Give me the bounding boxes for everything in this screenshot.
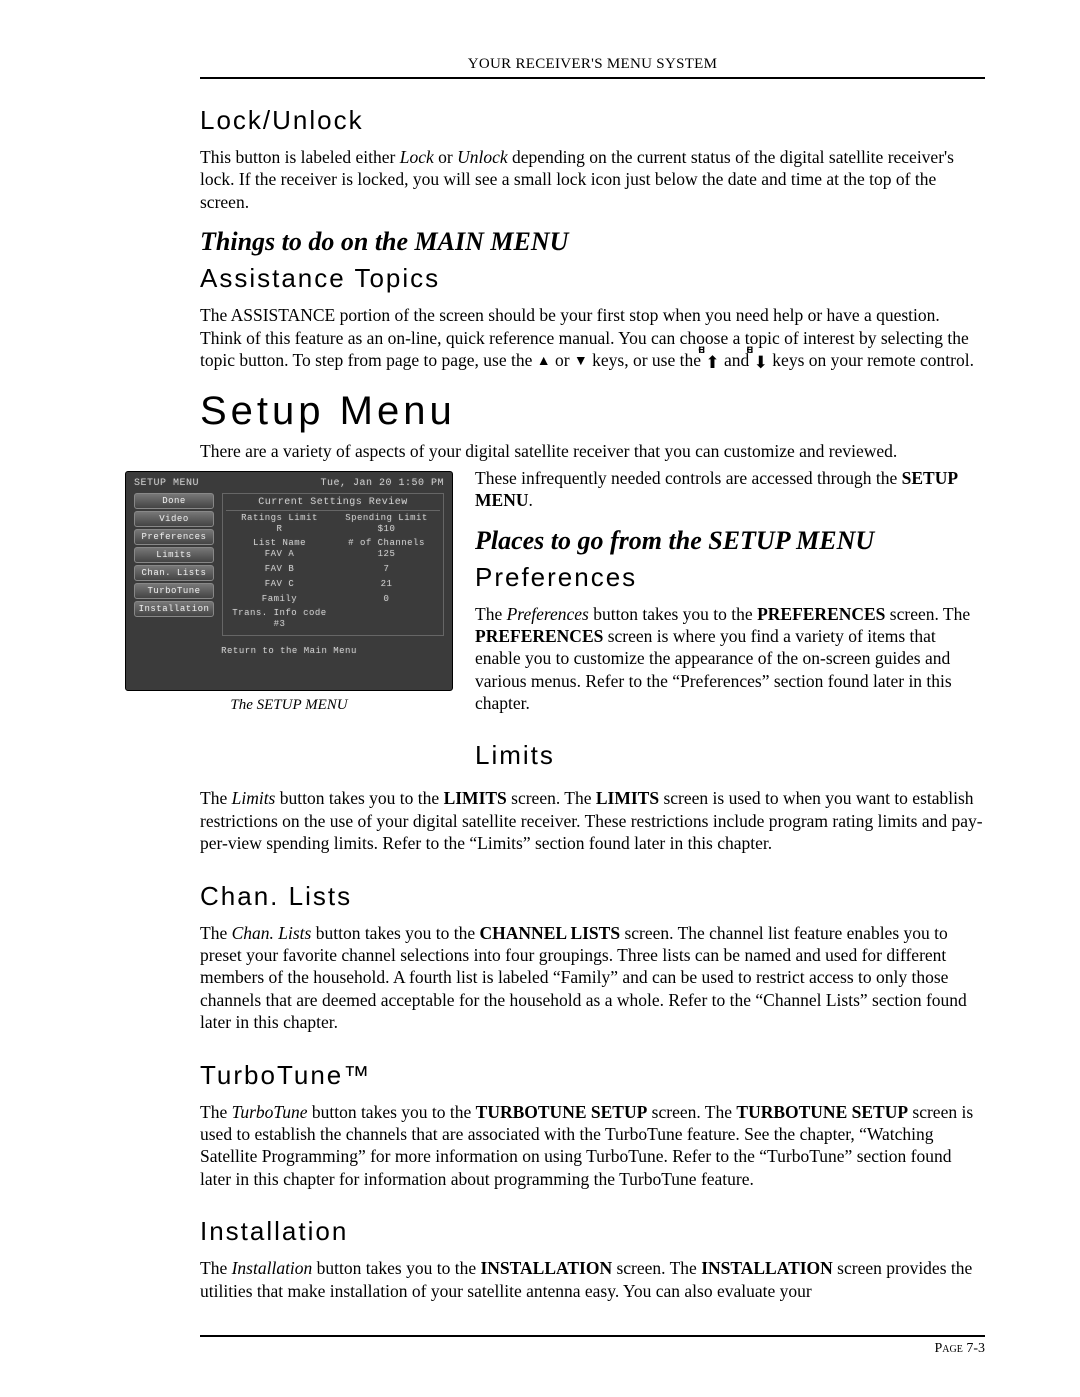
screenshot-setup-menu: SETUP MENU Tue, Jan 20 1:50 PM Done Vide… bbox=[125, 471, 453, 691]
figure-caption: The SETUP MENU bbox=[125, 697, 453, 714]
page-footer: Page 7-3 bbox=[200, 1335, 985, 1357]
para-installation: The Installation button takes you to the… bbox=[200, 1257, 985, 1302]
page-header: YOUR RECEIVER'S MENU SYSTEM bbox=[200, 56, 985, 79]
crt-button: Installation bbox=[134, 601, 214, 617]
page-label: Page bbox=[934, 1341, 962, 1356]
heading-places-setup-menu: Places to go from the SETUP MENU bbox=[475, 526, 985, 556]
heading-chan-lists: Chan. Lists bbox=[200, 881, 985, 912]
text: These infrequently needed controls are a… bbox=[475, 468, 902, 488]
heading-lock-unlock: Lock/Unlock bbox=[200, 105, 985, 136]
text: or bbox=[434, 147, 457, 167]
text: This button is labeled either bbox=[200, 147, 400, 167]
para-chan-lists: The Chan. Lists button takes you to the … bbox=[200, 922, 985, 1034]
heading-preferences: Preferences bbox=[475, 562, 985, 593]
heading-installation: Installation bbox=[200, 1216, 985, 1247]
crt-button: Done bbox=[134, 493, 214, 509]
heading-setup-menu: Setup Menu bbox=[200, 389, 985, 434]
para-turbotune: The TurboTune button takes you to the TU… bbox=[200, 1101, 985, 1191]
para-preferences: The Preferences button takes you to the … bbox=[475, 603, 985, 715]
crt-footer: Return to the Main Menu bbox=[134, 646, 444, 656]
para-assistance: The ASSISTANCE portion of the screen sho… bbox=[200, 304, 985, 371]
text: keys, or use the bbox=[588, 350, 706, 370]
heading-things-main-menu: Things to do on the MAIN MENU bbox=[200, 227, 985, 257]
ch-down-icon: CH⬇ bbox=[754, 363, 768, 365]
heading-limits: Limits bbox=[475, 740, 985, 771]
crt-button: Chan. Lists bbox=[134, 565, 214, 581]
crt-button: Limits bbox=[134, 547, 214, 563]
text-italic: Lock bbox=[400, 147, 434, 167]
crt-datetime: Tue, Jan 20 1:50 PM bbox=[320, 478, 444, 489]
crt-panel-title: Current Settings Review bbox=[226, 497, 440, 511]
crt-button: TurboTune bbox=[134, 583, 214, 599]
text: keys on your remote control. bbox=[768, 350, 974, 370]
ch-up-icon: CH⬆ bbox=[705, 363, 719, 365]
text: . bbox=[528, 490, 532, 510]
para-limits: The Limits button takes you to the LIMIT… bbox=[200, 787, 985, 854]
text: or bbox=[551, 350, 574, 370]
crt-title: SETUP MENU bbox=[134, 478, 199, 489]
para-setup-intro: There are a variety of aspects of your d… bbox=[200, 440, 985, 462]
figure-setup-menu: SETUP MENU Tue, Jan 20 1:50 PM Done Vide… bbox=[125, 471, 453, 714]
heading-assistance-topics: Assistance Topics bbox=[200, 263, 985, 294]
para-lock-unlock: This button is labeled either Lock or Un… bbox=[200, 146, 985, 213]
text-italic: Unlock bbox=[457, 147, 508, 167]
heading-turbotune: TurboTune™ bbox=[200, 1060, 985, 1091]
crt-button: Video bbox=[134, 511, 214, 527]
para-setup-aside: These infrequently needed controls are a… bbox=[475, 467, 985, 512]
page-number: 7-3 bbox=[966, 1341, 985, 1356]
crt-button: Preferences bbox=[134, 529, 214, 545]
